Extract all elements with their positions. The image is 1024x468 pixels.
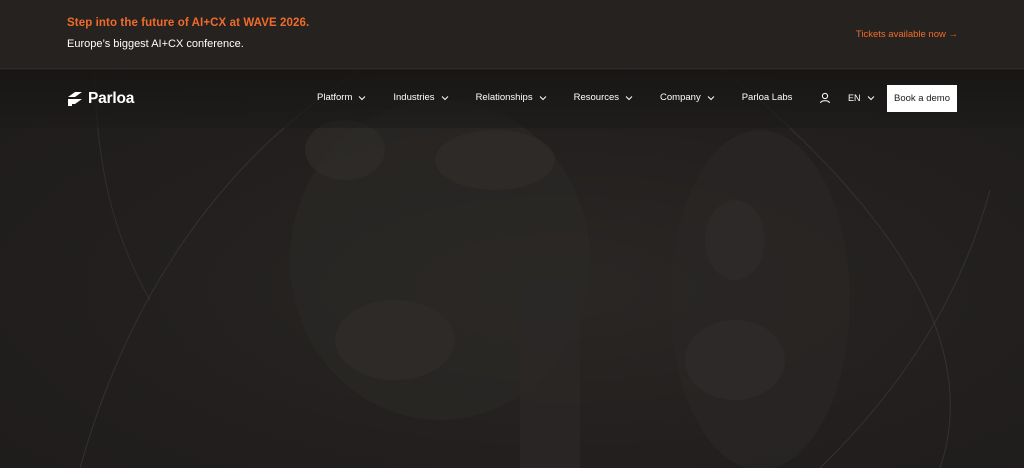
nav-item-resources[interactable]: Resources: [574, 92, 633, 103]
chevron-down-icon: [359, 95, 366, 100]
chevron-down-icon: [625, 95, 633, 100]
nav-item-label: Company: [660, 92, 701, 103]
hero-section: [0, 70, 1024, 468]
nav-item-label: Platform: [317, 92, 353, 103]
user-icon[interactable]: [819, 92, 831, 104]
nav-item-company[interactable]: Company: [660, 92, 715, 103]
nav-item-label: Parloa Labs: [741, 92, 793, 103]
nav-item-label: Resources: [573, 92, 620, 103]
parloa-logo-icon: [68, 92, 82, 106]
tickets-link[interactable]: Tickets available now →: [856, 29, 958, 40]
language-label: EN: [848, 93, 861, 103]
nav-item-label: Industries: [393, 92, 435, 103]
hero-background-image: [79, 70, 991, 468]
nav-item-label: Relationships: [475, 92, 533, 103]
banner-headline: Step into the future of AI+CX at WAVE 20…: [67, 17, 310, 29]
book-demo-button[interactable]: Book a demo: [887, 85, 957, 112]
chevron-down-icon: [441, 95, 448, 100]
logo-text: Parloa: [88, 90, 135, 107]
chevron-down-icon: [707, 95, 715, 100]
nav-item-industries[interactable]: Industries: [393, 92, 448, 103]
announcement-banner: Step into the future of AI+CX at WAVE 20…: [0, 0, 1024, 69]
language-selector[interactable]: EN: [848, 93, 875, 103]
tickets-link-label: Tickets available now →: [855, 29, 958, 40]
chevron-down-icon: [867, 96, 874, 101]
nav-item-platform[interactable]: Platform: [317, 92, 366, 103]
parloa-logo[interactable]: Parloa: [66, 90, 134, 108]
nav-menu: Platform Industries Relationships Resour…: [317, 92, 792, 103]
nav-item-parloa-labs[interactable]: Parloa Labs: [742, 92, 793, 103]
chevron-down-icon: [539, 95, 546, 100]
page: Step into the future of AI+CX at WAVE 20…: [0, 0, 1024, 468]
nav-item-relationships[interactable]: Relationships: [476, 92, 547, 103]
banner-subline: Europe’s biggest AI+CX conference.: [67, 38, 244, 50]
